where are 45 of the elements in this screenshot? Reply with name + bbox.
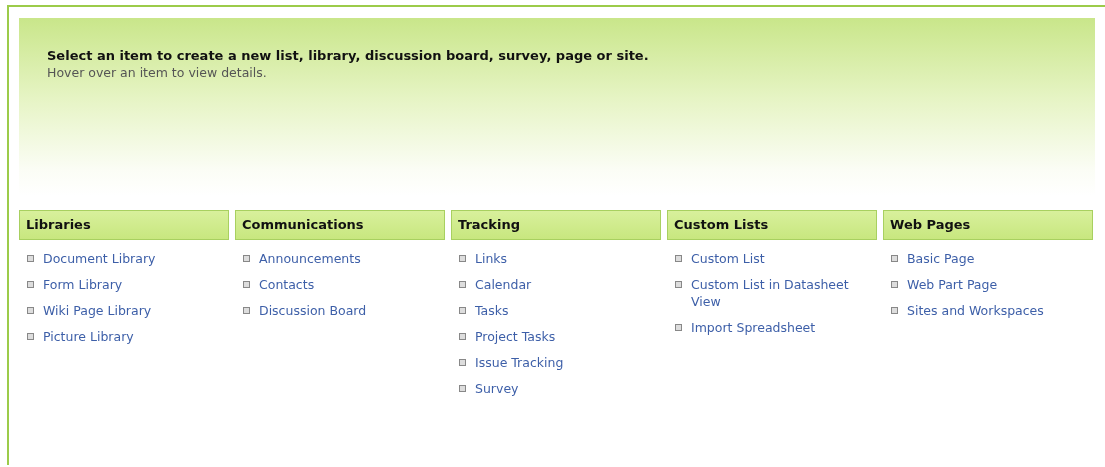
bullet-icon [459,359,466,366]
category-header: Libraries [19,210,229,240]
category-header: Web Pages [883,210,1093,240]
bullet-icon [675,255,682,262]
item-link[interactable]: Links [475,250,508,267]
category-header: Custom Lists [667,210,877,240]
bullet-icon [891,281,898,288]
bullet-icon [27,255,34,262]
item-link[interactable]: Picture Library [43,328,134,345]
item-link[interactable]: Import Spreadsheet [691,319,816,336]
bullet-icon [459,281,466,288]
item-link[interactable]: Discussion Board [259,302,367,319]
bullet-icon [459,385,466,392]
item-link[interactable]: Wiki Page Library [43,302,152,319]
item-link[interactable]: Custom List [691,250,765,267]
bullet-icon [675,324,682,331]
item-link[interactable]: Web Part Page [907,276,998,293]
bullet-icon [27,333,34,340]
bullet-icon [27,281,34,288]
bullet-icon [459,333,466,340]
bullet-icon [459,307,466,314]
bullet-icon [243,255,250,262]
bullet-icon [243,281,250,288]
bullet-icon [459,255,466,262]
bullet-icon [891,255,898,262]
item-link[interactable]: Calendar [475,276,532,293]
instruction-title: Select an item to create a new list, library, discussion board, survey, page or site. [47,48,650,63]
item-link[interactable]: Contacts [259,276,315,293]
bullet-icon [891,307,898,314]
item-link[interactable]: Issue Tracking [475,354,564,371]
item-link[interactable]: Tasks [475,302,509,319]
item-link[interactable]: Basic Page [907,250,975,267]
category-header: Tracking [451,210,661,240]
bullet-icon [243,307,250,314]
item-link[interactable]: Announcements [259,250,361,267]
item-link[interactable]: Custom List in Datasheet View [691,276,871,310]
item-link[interactable]: Project Tasks [475,328,556,345]
bullet-icon [27,307,34,314]
item-link[interactable]: Document Library [43,250,156,267]
item-link[interactable]: Form Library [43,276,123,293]
item-link[interactable]: Sites and Workspaces [907,302,1044,319]
category-header: Communications [235,210,445,240]
instruction-hint: Hover over an item to view details. [47,65,268,80]
bullet-icon [675,281,682,288]
item-link[interactable]: Survey [475,380,519,397]
